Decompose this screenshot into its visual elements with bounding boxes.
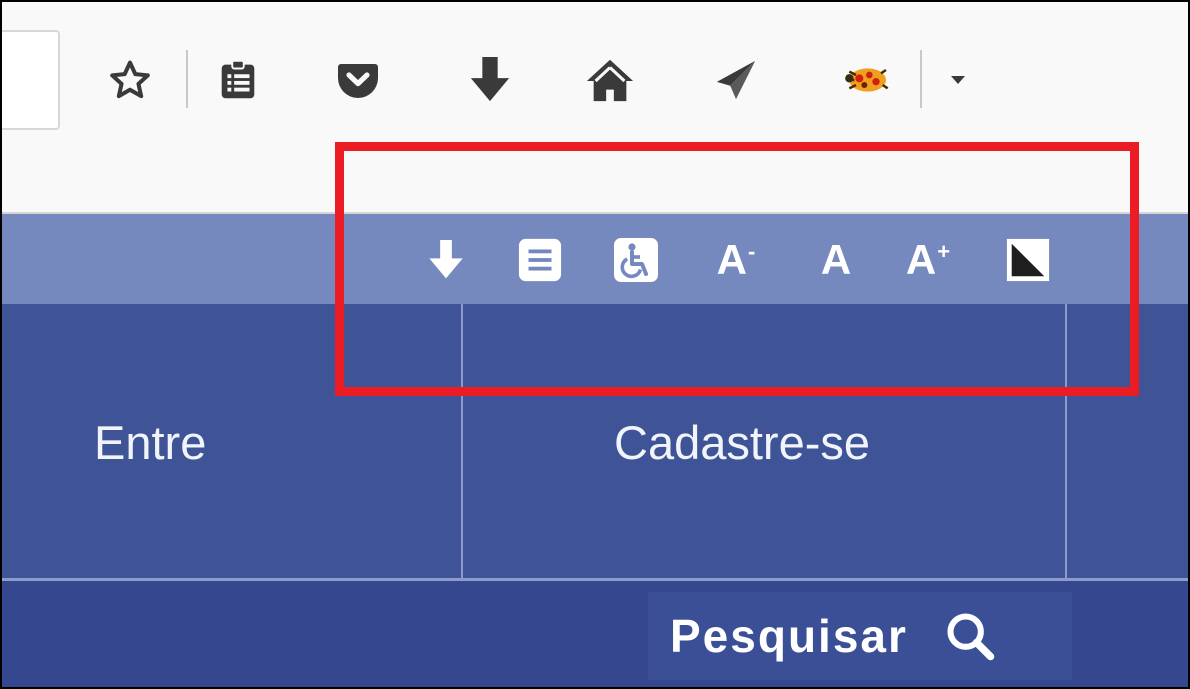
toolbar-separator [186,50,188,108]
send-icon[interactable] [708,52,764,108]
nav-item-entre[interactable]: Entre [94,304,206,580]
bug-addon-icon[interactable] [838,52,894,108]
star-icon[interactable] [102,52,158,108]
url-bar[interactable] [2,30,60,130]
pocket-icon[interactable] [330,52,386,108]
home-icon[interactable] [582,52,638,108]
search-icon [944,610,996,662]
reading-list-icon[interactable] [210,52,266,108]
highlight-annotation [335,142,1139,396]
nav-item-label: Entre [94,415,207,469]
download-icon[interactable] [462,52,518,108]
search-button[interactable]: Pesquisar [648,592,1072,680]
toolbar-separator [920,50,922,108]
nav-item-label: Cadastre-se [614,415,870,469]
screenshot-frame: A- A A + Entre Cadastre-se Pesquisar [0,0,1190,689]
dropdown-arrow-icon[interactable] [938,52,978,108]
search-label: Pesquisar [670,610,908,662]
